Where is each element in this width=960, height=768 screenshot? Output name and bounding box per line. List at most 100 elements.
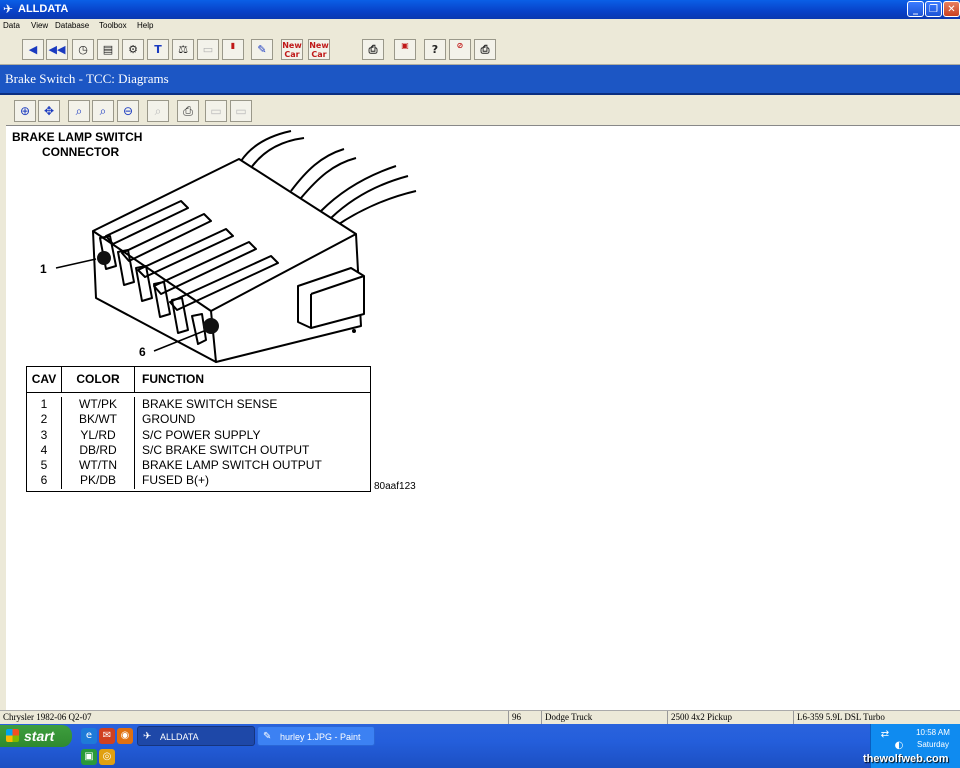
cell-cav: 3 [27, 427, 62, 443]
cell-cav: 6 [27, 473, 62, 489]
book-icon[interactable]: ▮ [222, 39, 244, 60]
diagram-reference-code: 80aaf123 [374, 481, 416, 492]
cell-function: S/C BRAKE SWITCH OUTPUT [142, 442, 310, 457]
tools-icon[interactable]: ✎ [251, 39, 273, 60]
cell-cav: 4 [27, 442, 62, 459]
document-header: Brake Switch - TCC: Diagrams [0, 65, 960, 95]
cell-function: BRAKE LAMP SWITCH OUTPUT [142, 458, 322, 473]
restore-button[interactable]: ❐ [925, 1, 942, 17]
callout-pin-1: 1 [40, 262, 47, 276]
cell-function: BRAKE SWITCH SENSE [142, 397, 278, 411]
menu-view[interactable]: View [31, 21, 48, 30]
new-car-button[interactable]: New Car [281, 39, 303, 60]
new-car-label: New Car [282, 41, 302, 59]
cell-color: WT/TN [62, 458, 135, 474]
zoom-out-icon[interactable]: ⊖ [117, 100, 139, 122]
pinout-table: CAV COLOR FUNCTION 1 WT/PK BRAKE SWITCH … [26, 366, 371, 492]
cell-color: DB/RD [62, 442, 135, 459]
quicklaunch-app2-icon[interactable]: ◎ [99, 749, 115, 765]
table-row: 5 WT/TN BRAKE LAMP SWITCH OUTPUT [27, 458, 370, 474]
printer-icon[interactable]: ⎙ [362, 39, 384, 60]
vehicle-history-icon[interactable]: ◷ [72, 39, 94, 60]
header-color: COLOR [62, 367, 135, 392]
quicklaunch-app-icon[interactable]: ▣ [81, 749, 97, 765]
clock-time: 10:58 AM [916, 728, 950, 737]
pan-move-icon[interactable]: ✥ [38, 100, 60, 122]
zoom-window-icon[interactable]: ⌕ [92, 100, 114, 122]
windows-logo-icon [6, 729, 19, 742]
estimator-icon[interactable]: ⚖ [172, 39, 194, 60]
watermark-text: thewolfweb.com [863, 753, 949, 765]
zoom-in-icon[interactable]: ⊕ [14, 100, 36, 122]
clock-day: Saturday [916, 740, 950, 749]
status-model: Dodge Truck [541, 711, 592, 725]
new-car-alt-label: New Car [309, 41, 329, 59]
task-alldata-label: ALLDATA [160, 732, 199, 742]
cell-color: WT/PK [62, 397, 135, 413]
menu-toolbox[interactable]: Toolbox [99, 21, 127, 30]
menu-bar: Data View Database Toolbox Help [0, 19, 960, 33]
cell-function: GROUND [142, 412, 196, 427]
alldata-app-icon[interactable]: ✈ [3, 2, 13, 17]
print-diagram-icon[interactable]: ⎙ [177, 100, 199, 122]
cell-color: YL/RD [62, 427, 135, 443]
back-to-start-icon[interactable]: ◀◀ [46, 39, 68, 60]
zoom-fit-icon[interactable]: ⌕ [68, 100, 90, 122]
diagram-viewer[interactable]: BRAKE LAMP SWITCH CONNECTOR 1 6 CAV COLO… [6, 125, 960, 711]
title-bar[interactable]: ✈ ALLDATA _ ❐ ✕ [0, 0, 960, 19]
volume-icon[interactable]: ◐ [891, 738, 907, 754]
new-car-alt-button[interactable]: New Car [308, 39, 330, 60]
start-button[interactable]: start [0, 725, 72, 747]
header-function: FUNCTION [142, 372, 204, 386]
clock[interactable]: 10:58 AM Saturday [911, 727, 955, 751]
internet-explorer-icon[interactable]: e [81, 728, 97, 744]
menu-help[interactable]: Help [137, 21, 153, 30]
task-paint[interactable]: ✎ hurley 1.JPG - Paint [257, 726, 375, 746]
table-row: 1 WT/PK BRAKE SWITCH SENSE [27, 397, 370, 413]
print-setup-icon[interactable]: ⎙ [474, 39, 496, 60]
window-title: ALLDATA [18, 3, 69, 15]
table-row: 6 PK/DB FUSED B(+) [27, 473, 370, 489]
start-label: start [24, 728, 55, 744]
help-question-icon[interactable]: ? [424, 39, 446, 60]
table-row: 4 DB/RD S/C BRAKE SWITCH OUTPUT [27, 442, 370, 459]
viewer-toolbar: ⊕ ✥ ⌕ ⌕ ⊖ ⌕ ⎙ ▭ ▭ [0, 96, 960, 124]
table-row: 2 BK/WT GROUND [27, 412, 370, 428]
table-header: CAV COLOR FUNCTION [27, 367, 370, 393]
previous-page-icon: ▭ [205, 100, 227, 122]
mail-icon[interactable]: ✉ [99, 728, 115, 744]
cell-cav: 1 [27, 397, 62, 413]
zoom-disabled-icon: ⌕ [147, 100, 169, 122]
cell-function: S/C POWER SUPPLY [142, 427, 261, 442]
close-button[interactable]: ✕ [943, 1, 960, 17]
menu-data[interactable]: Data [3, 21, 20, 30]
back-arrow-icon[interactable]: ◀ [22, 39, 44, 60]
callout-pin-6: 6 [139, 345, 146, 359]
status-bar: Chrysler 1982-06 Q2-07 96 Dodge Truck 25… [0, 710, 960, 725]
paint-task-icon: ✎ [263, 731, 272, 742]
minimize-button[interactable]: _ [907, 1, 924, 17]
status-body: 2500 4x2 Pickup [667, 711, 732, 725]
status-make: Chrysler 1982-06 Q2-07 [3, 712, 92, 722]
connector-drawing [55, 130, 417, 363]
search-icon[interactable]: ⊘ [449, 39, 471, 60]
firefox-icon[interactable]: ◉ [117, 728, 133, 744]
notes-icon[interactable]: ▣ [394, 39, 416, 60]
menu-database[interactable]: Database [55, 21, 89, 30]
file-cabinet-icon[interactable]: ▤ [97, 39, 119, 60]
alldata-task-icon: ✈ [143, 731, 152, 742]
main-toolbar: ◀ ◀◀ ◷ ▤ ⚙ T ⚖ ▭ ▮ ✎ New Car New Car ⎙ ▣… [0, 34, 960, 65]
tsb-icon[interactable]: T [147, 39, 169, 60]
cell-color: PK/DB [62, 473, 135, 489]
header-cav: CAV [27, 367, 62, 392]
cell-cav: 5 [27, 458, 62, 474]
next-page-icon: ▭ [230, 100, 252, 122]
cell-function: FUSED B(+) [142, 473, 210, 488]
status-year: 96 [508, 711, 521, 725]
task-paint-label: hurley 1.JPG - Paint [280, 732, 361, 742]
task-alldata[interactable]: ✈ ALLDATA [137, 726, 255, 746]
table-row: 3 YL/RD S/C POWER SUPPLY [27, 427, 370, 443]
document-title: Brake Switch - TCC: Diagrams [5, 71, 169, 86]
component-locator-icon[interactable]: ⚙ [122, 39, 144, 60]
disabled-tool-icon: ▭ [197, 39, 219, 60]
